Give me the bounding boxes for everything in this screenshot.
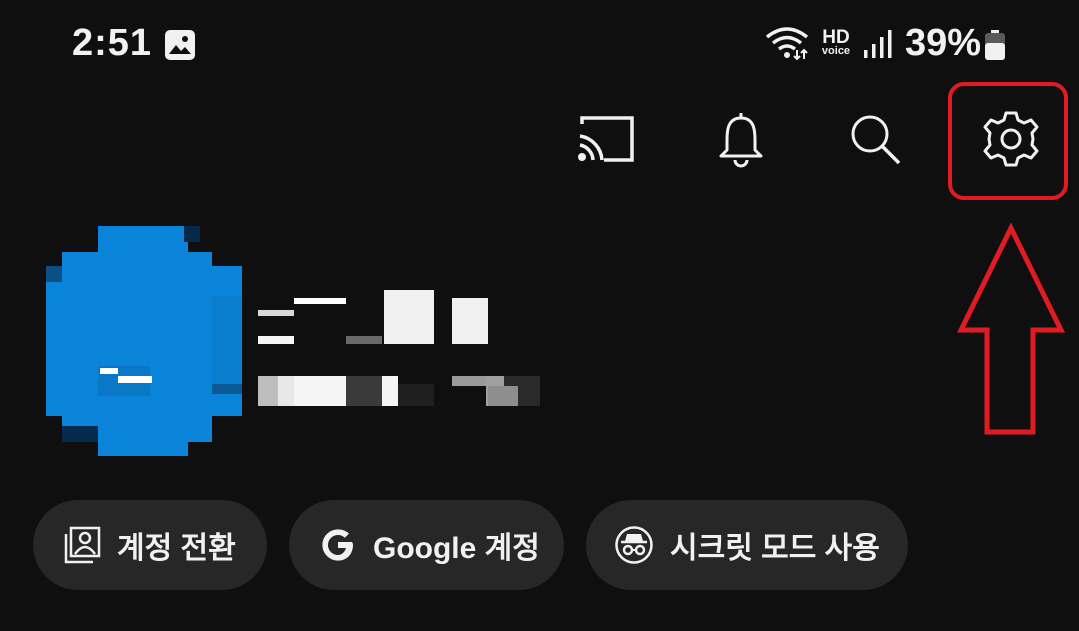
status-bar: 2:51 HD voice 39%	[0, 0, 1079, 90]
google-g-icon	[322, 529, 353, 561]
switch-account-button[interactable]: 계정 전환	[33, 500, 267, 590]
search-button[interactable]	[840, 108, 910, 170]
notifications-button[interactable]	[706, 108, 776, 170]
account-info-redacted	[258, 290, 540, 406]
wifi-icon	[764, 26, 810, 65]
switch-account-icon	[64, 526, 101, 564]
gallery-icon	[164, 29, 196, 66]
red-arrow-annotation	[956, 222, 1066, 435]
cast-icon	[578, 116, 634, 162]
cast-button[interactable]	[570, 108, 640, 170]
voice-label: voice	[821, 45, 851, 57]
incognito-icon	[615, 526, 653, 564]
battery-icon	[983, 30, 1007, 65]
switch-account-label: 계정 전환	[117, 532, 236, 565]
signal-icon	[862, 30, 894, 63]
battery-percent: 39%	[905, 22, 982, 64]
search-icon	[851, 115, 901, 165]
incognito-mode-button[interactable]: 시크릿 모드 사용	[586, 500, 908, 590]
bell-icon	[719, 113, 763, 168]
avatar	[46, 226, 242, 456]
incognito-mode-label: 시크릿 모드 사용	[670, 532, 880, 565]
google-account-button[interactable]: Google 계정	[289, 500, 564, 590]
clock: 2:51	[72, 22, 153, 64]
google-account-label: Google 계정	[373, 532, 540, 565]
settings-highlight-box	[948, 82, 1068, 200]
hd-voice-badge: HD voice	[818, 28, 854, 57]
